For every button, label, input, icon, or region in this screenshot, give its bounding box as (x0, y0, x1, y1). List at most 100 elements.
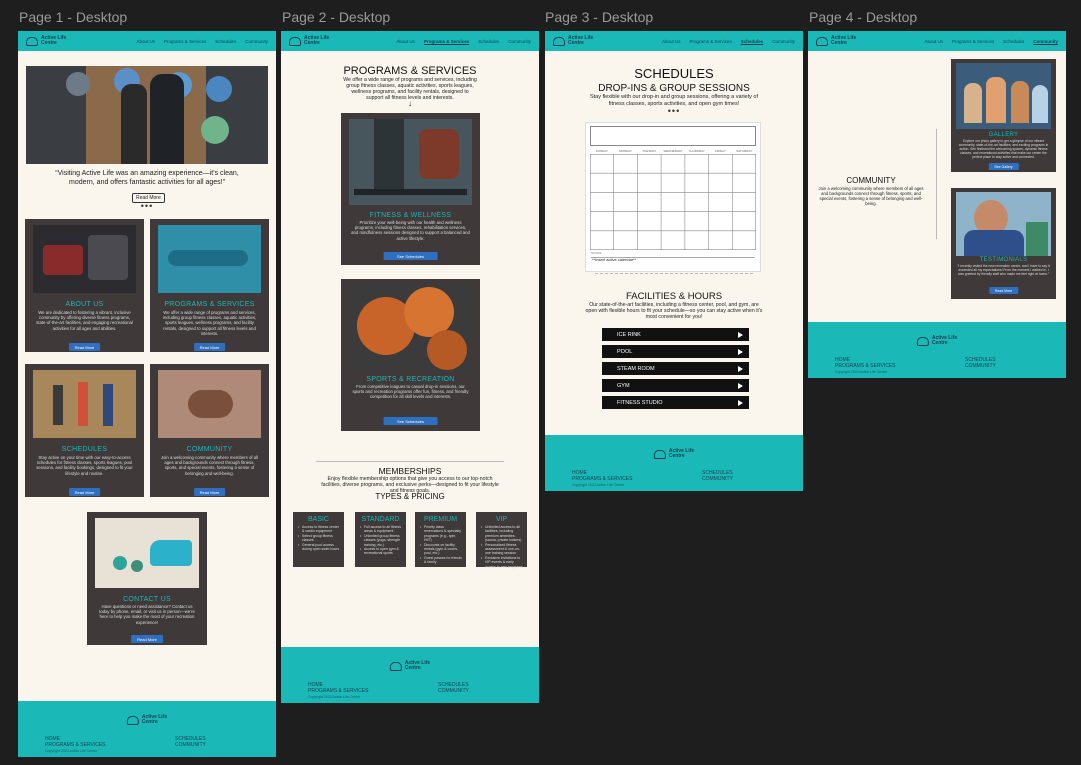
community-text: Join a welcoming community where members… (818, 186, 924, 206)
tier-vip[interactable]: VIP Unlimited access to all facilities, … (476, 512, 527, 569)
facility-gym[interactable]: GYM (602, 379, 749, 392)
nav-bar: Active Life Centre About Us Programs & Se… (545, 31, 803, 51)
footer-logo[interactable]: Active Life Centre (126, 715, 167, 725)
footer: Active Life Centre HOME PROGRAMS & SERVIC… (545, 435, 803, 491)
arrow-down-icon: ↓ (408, 99, 412, 108)
play-arrow-icon (738, 382, 743, 389)
calendar-day-labels: SUNDAY MONDAY TUESDAY WEDNESDAY THURSDAY… (595, 149, 753, 153)
footer-link-community[interactable]: COMMUNITY (965, 363, 996, 369)
community-image (158, 370, 261, 438)
nav-link-about[interactable]: About Us (396, 39, 415, 44)
footer-link-programs[interactable]: PROGRAMS & SERVICES (45, 742, 105, 748)
nav-bar: Active Life Centre About Us Programs & Se… (281, 31, 539, 51)
community-text: Join a welcoming community where members… (160, 455, 259, 476)
nav-link-community[interactable]: Community (772, 39, 795, 44)
tier-standard[interactable]: STANDARD Full access to all fitness area… (355, 512, 406, 567)
carousel-dots[interactable]: ••• (18, 201, 276, 211)
community-read-more-button[interactable]: Read More (193, 488, 226, 496)
tier-basic[interactable]: BASIC Access to fitness center & cardio … (293, 512, 344, 567)
community-title: COMMUNITY (846, 176, 896, 185)
programs-title: PROGRAMS & SERVICES (164, 301, 255, 308)
footer-logo[interactable]: Active Life Centre (653, 449, 694, 459)
logo[interactable]: Active Life Centre (289, 36, 329, 46)
footer-link-community[interactable]: COMMUNITY (175, 742, 206, 748)
nav-link-community[interactable]: Community (245, 39, 268, 44)
about-text: We are dedicated to fostering a vibrant,… (36, 310, 133, 331)
logo[interactable]: Active Life Centre (26, 36, 66, 46)
facility-pool[interactable]: POOL (602, 345, 749, 358)
sports-image (349, 285, 472, 371)
logo-icon (816, 36, 828, 46)
nav-link-about[interactable]: About Us (662, 39, 681, 44)
nav-link-community[interactable]: Community (508, 39, 531, 44)
facility-steam-room[interactable]: STEAM ROOM (602, 362, 749, 375)
nav-link-schedules[interactable]: Schedules (741, 39, 764, 44)
fitness-image (349, 119, 472, 205)
testimonials-text: “I recently visited the new recreation c… (957, 264, 1050, 276)
nav-link-about[interactable]: About Us (924, 39, 943, 44)
gallery-title: GALLERY (988, 132, 1019, 138)
frame-label-page-2: Page 2 - Desktop (282, 9, 391, 25)
facility-ice-rink[interactable]: ICE RINK (602, 328, 749, 341)
schedules-title: SCHEDULES (61, 446, 108, 453)
see-gallery-button[interactable]: See Gallery (988, 163, 1019, 170)
footer-link-programs[interactable]: PROGRAMS & SERVICES (835, 363, 895, 369)
sports-schedules-button[interactable]: See Schedules (383, 417, 438, 425)
nav-link-community[interactable]: Community (1033, 39, 1058, 44)
page-3-frame[interactable]: Active Life Centre About Us Programs & Se… (545, 31, 803, 491)
nav-link-programs[interactable]: Programs & Services (689, 39, 731, 44)
footer: Active Life Centre HOME PROGRAMS & SERVIC… (18, 701, 276, 757)
gallery-image (956, 63, 1051, 129)
fitness-schedules-button[interactable]: See Schedules (383, 252, 438, 260)
contact-image (95, 518, 199, 588)
footer-link-programs[interactable]: PROGRAMS & SERVICES (572, 476, 632, 482)
schedule-calendar[interactable]: SUNDAY MONDAY TUESDAY WEDNESDAY THURSDAY… (585, 122, 761, 272)
calendar-header (590, 126, 756, 146)
page-title: SCHEDULES (634, 66, 714, 81)
nav-link-schedules[interactable]: Schedules (1003, 39, 1024, 44)
page-4-frame[interactable]: Active Life Centre About Us Programs & Se… (808, 31, 1066, 378)
gallery-card: GALLERY Explore our photo gallery to get… (951, 59, 1056, 172)
footer-link-programs[interactable]: PROGRAMS & SERVICES (308, 688, 368, 694)
schedules-card: SCHEDULES Stay active on your time with … (25, 364, 144, 497)
programs-read-more-button[interactable]: Read More (193, 343, 226, 351)
community-card: COMMUNITY Join a welcoming community whe… (150, 364, 269, 497)
logo-icon (26, 36, 38, 46)
footer-logo[interactable]: Active Life Centre (389, 661, 430, 671)
facilities-title: FACILITIES & HOURS (625, 291, 723, 302)
footer-link-community[interactable]: COMMUNITY (438, 688, 469, 694)
facilities-text: Our state-of-the-art facilities, includi… (585, 302, 763, 320)
testimonials-read-more-button[interactable]: Read More (988, 287, 1019, 294)
calendar-placeholder-note: **Insert active calendar** (592, 257, 637, 262)
page-title: PROGRAMS & SERVICES (343, 65, 477, 77)
page-2-frame[interactable]: Active Life Centre About Us Programs & Se… (281, 31, 539, 703)
play-arrow-icon (738, 399, 743, 406)
nav-link-programs[interactable]: Programs & Services (952, 39, 994, 44)
footer-link-community[interactable]: COMMUNITY (702, 476, 733, 482)
nav-bar: Active Life Centre About Us Programs & Se… (18, 31, 276, 51)
sports-text: From competitive leagues to casual drop-… (352, 384, 469, 400)
nav-link-schedules[interactable]: Schedules (478, 39, 499, 44)
about-image (33, 225, 136, 293)
nav-link-programs[interactable]: Programs & Services (424, 39, 469, 44)
logo[interactable]: Active Life Centre (553, 36, 593, 46)
testimonials-card: TESTIMONIALS “I recently visited the new… (951, 188, 1056, 299)
footer-logo[interactable]: Active Life Centre (916, 336, 957, 346)
about-read-more-button[interactable]: Read More (68, 343, 101, 351)
carousel-dots[interactable]: ••• (545, 106, 803, 116)
sports-card: SPORTS & RECREATION From competitive lea… (341, 279, 480, 431)
facility-fitness-studio[interactable]: FITNESS STUDIO (602, 396, 749, 409)
nav-link-about[interactable]: About Us (136, 39, 155, 44)
testimonial-image (956, 192, 1051, 256)
contact-read-more-button[interactable]: Read More (131, 635, 163, 643)
footer-copyright: Copyright 2024 Active Life Centre (308, 695, 361, 699)
nav-link-schedules[interactable]: Schedules (215, 39, 236, 44)
page-1-frame[interactable]: Active Life Centre About Us Programs & Se… (18, 31, 276, 757)
schedules-read-more-button[interactable]: Read More (68, 488, 101, 496)
logo[interactable]: Active Life Centre (816, 36, 856, 46)
frame-label-page-1: Page 1 - Desktop (19, 9, 128, 25)
tier-premium[interactable]: PREMIUM Priority class reservations & sp… (415, 512, 466, 567)
nav-link-programs[interactable]: Programs & Services (164, 39, 206, 44)
logo-icon (916, 336, 929, 346)
play-arrow-icon (738, 365, 743, 372)
